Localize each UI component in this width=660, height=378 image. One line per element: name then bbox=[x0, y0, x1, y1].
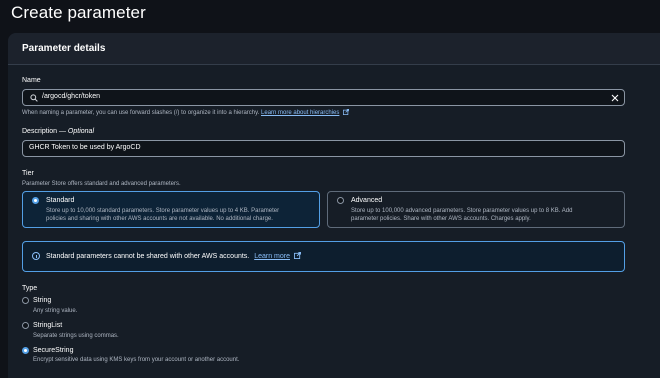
type-stringlist-title[interactable]: StringList bbox=[33, 322, 62, 329]
tier-label: Tier bbox=[22, 170, 34, 177]
name-input[interactable]: /argocd/ghcr/token bbox=[22, 89, 625, 106]
type-securestring-radio[interactable] bbox=[22, 347, 29, 354]
tier-standard-desc-line2: policies and sharing with other AWS acco… bbox=[46, 216, 273, 222]
info-icon bbox=[32, 252, 40, 260]
tier-advanced-title: Advanced bbox=[351, 197, 383, 204]
description-optional-separator: — bbox=[58, 128, 68, 135]
tier-advanced-radio[interactable] bbox=[337, 197, 344, 204]
external-link-icon bbox=[343, 109, 350, 115]
panel-header: Parameter details bbox=[8, 33, 660, 65]
external-link-icon bbox=[293, 252, 301, 259]
description-input[interactable]: GHCR Token to be used by ArgoCD bbox=[22, 140, 625, 157]
type-label: Type bbox=[22, 285, 38, 292]
tier-advanced-desc-line2: parameter policies. Share with other AWS… bbox=[351, 216, 531, 222]
info-alert-text: Standard parameters cannot be shared wit… bbox=[46, 253, 250, 260]
learn-more-hierarchies-link[interactable]: Learn more about hierarchies bbox=[261, 110, 339, 116]
tier-advanced-desc: Store up to 100,000 advanced parameters.… bbox=[351, 207, 619, 223]
description-label-text: Description bbox=[22, 128, 58, 135]
search-icon bbox=[30, 94, 38, 102]
tier-hint: Parameter Store offers standard and adva… bbox=[22, 181, 181, 187]
info-alert-text-wrap: Standard parameters cannot be shared wit… bbox=[46, 252, 301, 260]
name-hint: When naming a parameter, you can use for… bbox=[22, 109, 350, 116]
info-alert: Standard parameters cannot be shared wit… bbox=[22, 241, 625, 272]
type-string-title[interactable]: String bbox=[33, 297, 51, 304]
tier-advanced-desc-line1: Store up to 100,000 advanced parameters.… bbox=[351, 208, 573, 214]
type-securestring-desc: Encrypt sensitive data using KMS keys fr… bbox=[33, 357, 240, 363]
panel-title: Parameter details bbox=[22, 43, 106, 54]
tier-standard-desc-line1: Store up to 10,000 standard parameters. … bbox=[46, 208, 280, 214]
tier-standard-title: Standard bbox=[46, 197, 75, 204]
name-hint-text: When naming a parameter, you can use for… bbox=[22, 110, 260, 116]
type-stringlist-desc: Separate strings using commas. bbox=[33, 333, 119, 339]
type-string-desc: Any string value. bbox=[33, 308, 78, 314]
learn-more-link[interactable]: Learn more bbox=[254, 253, 290, 260]
description-label: Description — Optional bbox=[22, 128, 94, 135]
type-string-radio[interactable] bbox=[22, 297, 29, 304]
page-header: Create parameter bbox=[0, 0, 660, 30]
description-optional: Optional bbox=[67, 128, 94, 135]
name-input-value: /argocd/ghcr/token bbox=[42, 93, 100, 100]
page-title: Create parameter bbox=[11, 3, 146, 22]
type-securestring-title[interactable]: SecureString bbox=[33, 347, 73, 354]
tier-standard-option[interactable]: Standard Store up to 10,000 standard par… bbox=[22, 191, 320, 228]
tier-advanced-option[interactable]: Advanced Store up to 100,000 advanced pa… bbox=[327, 191, 625, 228]
description-input-value: GHCR Token to be used by ArgoCD bbox=[29, 144, 141, 151]
tier-standard-radio[interactable] bbox=[32, 197, 39, 204]
clear-icon[interactable] bbox=[611, 94, 619, 102]
tier-standard-desc: Store up to 10,000 standard parameters. … bbox=[46, 207, 314, 223]
name-label: Name bbox=[22, 77, 41, 84]
type-stringlist-radio[interactable] bbox=[22, 322, 29, 329]
